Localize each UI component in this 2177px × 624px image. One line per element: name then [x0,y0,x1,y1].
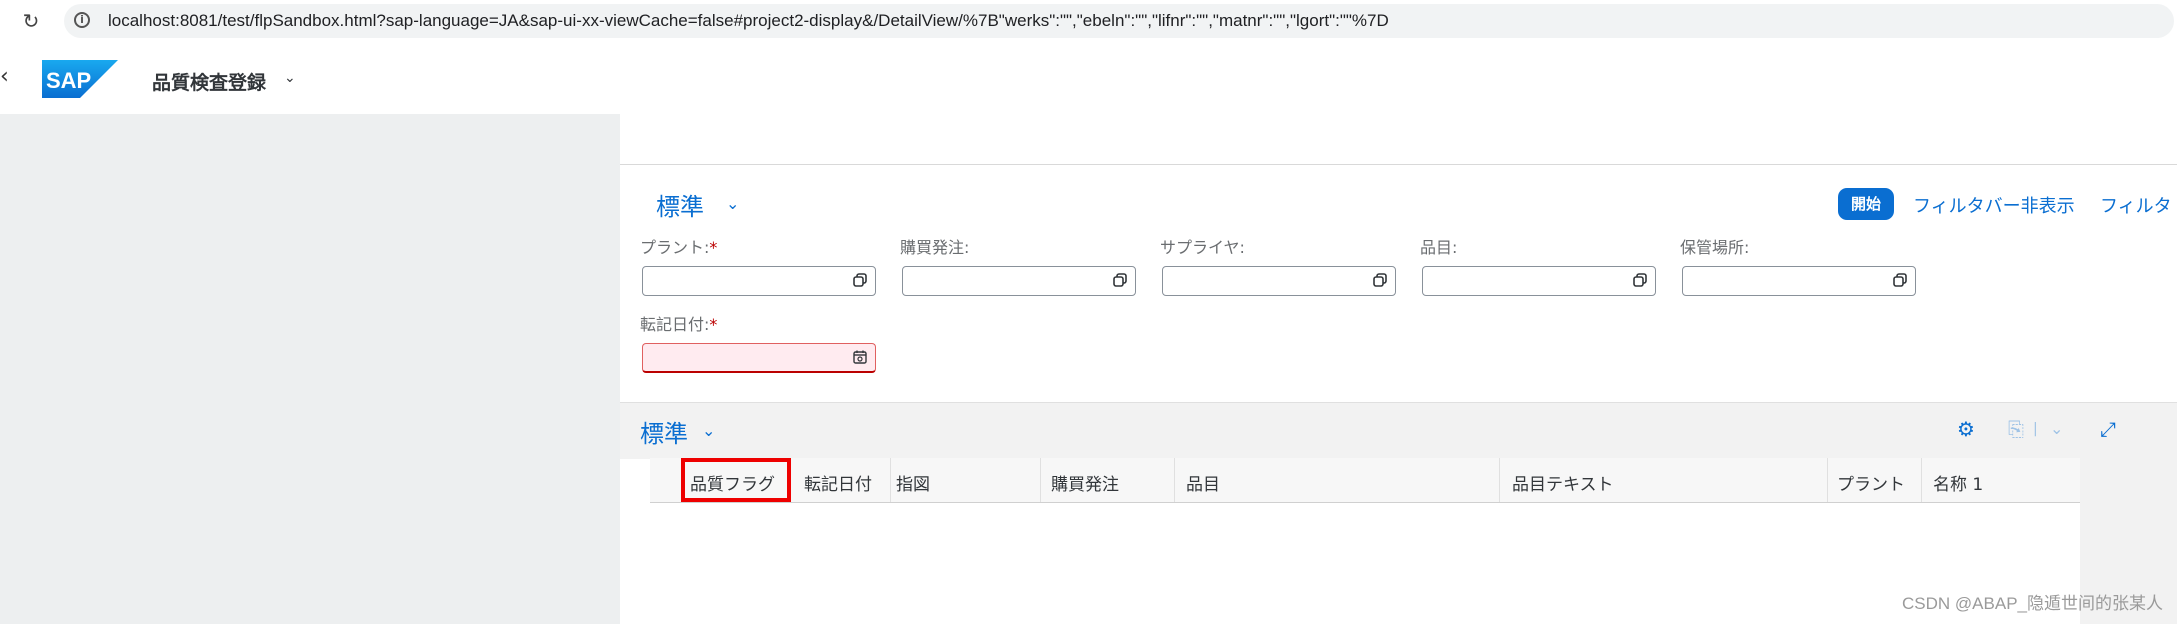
hide-filterbar-button[interactable]: フィルタバー非表示 [1913,192,2075,218]
column-header-purchase-order[interactable]: 購買発注 [1051,470,1119,495]
chevron-down-icon[interactable]: ⌄ [702,421,715,440]
table-header: 品質フラグ 転記日付 指図 購買発注 品目 品目テキスト プラント 名称 1 [650,458,2080,503]
value-help-icon[interactable] [1893,273,1907,287]
info-icon[interactable]: i [74,12,90,28]
value-help-icon[interactable] [1113,273,1127,287]
column-header-plant[interactable]: プラント [1837,470,1905,495]
column-header-material[interactable]: 品目 [1186,470,1220,495]
table-variant-name[interactable]: 標準 [640,414,688,449]
column-separator [1040,458,1041,502]
copy-icon[interactable]: ⎘ [2008,417,2024,441]
sap-logo[interactable]: SAP [42,60,118,98]
column-header-order[interactable]: 指図 [896,470,930,495]
plant-label: プラント:* [640,238,718,257]
calendar-icon[interactable] [853,350,867,364]
column-header-posting-date[interactable]: 転記日付 [804,470,872,495]
column-separator [890,458,891,502]
po-input[interactable] [902,266,1136,296]
app-title[interactable]: 品質検査登録 [152,68,266,95]
reload-icon[interactable]: ↻ [18,8,44,34]
column-header-name1[interactable]: 名称 1 [1933,470,1983,495]
posting-date-label: 転記日付:* [640,315,718,334]
chevron-down-icon[interactable]: ⌄ [2050,419,2063,438]
supplier-label: サプライヤ: [1160,238,1245,257]
table-body [650,503,2080,624]
storage-location-input[interactable] [1682,266,1916,296]
main-content: 標準 ⌄ 開始 フィルタバー非表示 フィルタ プラント:* 購買発注: サプライ… [620,114,2177,624]
table-toolbar: 標準 ⌄ ⚙ ⎘ | ⌄ ⤢ [620,402,2177,459]
svg-text:SAP: SAP [46,68,91,93]
filters-button[interactable]: フィルタ [2100,192,2172,218]
material-input[interactable] [1422,266,1656,296]
posting-date-input[interactable] [642,343,876,373]
column-separator [1174,458,1175,502]
value-help-icon[interactable] [1633,273,1647,287]
back-icon[interactable]: ‹ [0,64,9,89]
material-label: 品目: [1420,238,1458,257]
go-button[interactable]: 開始 [1838,188,1894,220]
value-help-icon[interactable] [1373,273,1387,287]
column-header-material-text[interactable]: 品目テキスト [1512,470,1614,495]
browser-address-bar: ↻ i localhost:8081/test/flpSandbox.html?… [0,0,2177,43]
filter-variant-name[interactable]: 標準 [656,187,704,222]
value-help-icon[interactable] [853,273,867,287]
divider [620,164,2177,165]
po-label: 購買発注: [900,238,970,257]
chevron-down-icon[interactable]: ⌄ [726,194,739,213]
column-separator [1499,458,1500,502]
watermark: CSDN @ABAP_隐遁世间的张某人 [1902,594,2163,613]
left-panel [0,114,620,624]
url-box[interactable]: i localhost:8081/test/flpSandbox.html?sa… [64,4,2174,38]
shell-header: ‹ SAP 品質検査登録 ⌄ [0,42,2177,114]
fullscreen-icon[interactable]: ⤢ [2100,417,2116,441]
separator: | [2033,421,2038,437]
settings-icon[interactable]: ⚙ [1957,417,1975,441]
chevron-down-icon[interactable]: ⌄ [284,70,296,86]
storage-location-label: 保管場所: [1680,238,1750,257]
column-separator [1827,458,1828,502]
plant-input[interactable] [642,266,876,296]
highlight-box [681,458,791,502]
url-text[interactable]: localhost:8081/test/flpSandbox.html?sap-… [108,11,1389,31]
supplier-input[interactable] [1162,266,1396,296]
column-separator [1921,458,1922,502]
